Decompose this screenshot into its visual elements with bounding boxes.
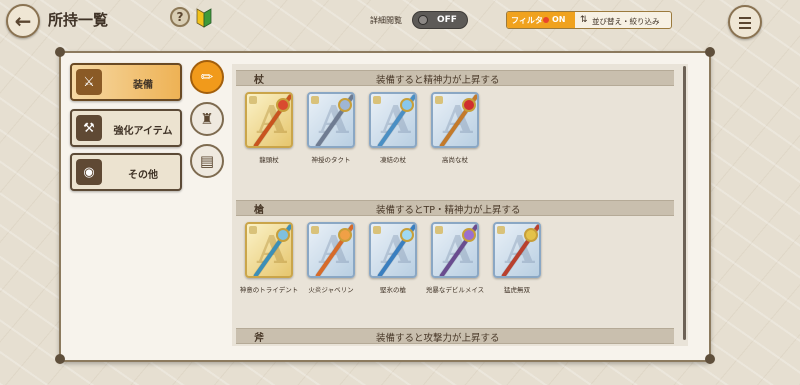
menu-button[interactable]: [728, 5, 762, 39]
panel-corner-ornament: [55, 354, 65, 364]
weapon-gem-icon: [524, 228, 538, 242]
menu-icon-line: [739, 22, 751, 24]
back-button[interactable]: ←: [6, 4, 40, 38]
rank-flag-icon: [373, 96, 381, 104]
sort-icon: ⇅: [580, 15, 588, 25]
rank-flag-icon: [311, 226, 319, 234]
tab-label: その他: [128, 170, 158, 181]
sword-emblem-icon: ⚔: [76, 69, 102, 95]
equipment-item[interactable]: A 火炎ジャベリン: [300, 222, 362, 295]
item-name: 兇暴なデビルメイス: [425, 286, 485, 294]
detail-view-toggle[interactable]: OFF: [412, 11, 468, 29]
item-name: 凍結の杖: [380, 156, 406, 164]
item-name: 堅氷の槍: [380, 286, 406, 294]
pouch-icon: ◉: [76, 159, 102, 185]
item-name: 神授のタクト: [311, 156, 351, 164]
toggle-knob: [418, 15, 428, 25]
book-filter-button[interactable]: ▤: [190, 144, 224, 178]
beginner-mark-icon[interactable]: [196, 6, 212, 28]
filter-button[interactable]: フィルタ ON: [507, 12, 575, 28]
filter-sort-bar: フィルタ ON ⇅ 並び替え・絞り込み: [506, 11, 672, 29]
item-name: 猛虎無双: [504, 286, 530, 294]
weapon-gem-icon: [400, 228, 414, 242]
section-description: 装備するとTP・精神力が上昇する: [376, 205, 521, 216]
panel-corner-ornament: [705, 47, 715, 57]
item-card[interactable]: A: [369, 92, 417, 148]
item-name: 神意のトライデント: [239, 286, 299, 294]
item-card[interactable]: A: [493, 222, 541, 278]
tab-label: 装備: [133, 80, 153, 91]
item-card[interactable]: A: [431, 222, 479, 278]
equipment-item[interactable]: A 堅氷の槍: [362, 222, 424, 295]
item-name: 龍頭杖: [259, 156, 279, 164]
equipment-item[interactable]: A 猛虎無双: [486, 222, 548, 295]
weapon-gem-icon: [276, 98, 290, 112]
section-header: 槍 装備するとTP・精神力が上昇する: [236, 200, 674, 216]
item-card[interactable]: A: [245, 92, 293, 148]
help-icon[interactable]: ?: [170, 7, 190, 27]
filter-on-indicator: [543, 17, 549, 23]
panel-corner-ornament: [705, 354, 715, 364]
item-card[interactable]: A: [431, 92, 479, 148]
detail-view-label: 詳細閲覧: [370, 16, 402, 25]
item-name: 高尚な杖: [442, 156, 468, 164]
item-card[interactable]: A: [369, 222, 417, 278]
tab-other[interactable]: ◉ その他: [70, 153, 182, 191]
rank-flag-icon: [249, 96, 257, 104]
rank-flag-icon: [435, 226, 443, 234]
equipment-item[interactable]: A 兇暴なデビルメイス: [424, 222, 486, 295]
rank-flag-icon: [497, 226, 505, 234]
section-type-label: 斧: [254, 333, 264, 344]
equipment-list[interactable]: 杖装備すると精神力が上昇するA龍頭杖A神授のタクトA凍結の杖A高尚な杖槍装備する…: [232, 64, 688, 346]
book-icon: ▤: [199, 152, 215, 170]
rank-flag-icon: [249, 226, 257, 234]
armor-filter-button[interactable]: ♜: [190, 102, 224, 136]
section-header: 杖 装備すると精神力が上昇する: [236, 70, 674, 86]
tab-equipment[interactable]: ⚔ 装備: [70, 63, 182, 101]
list-scrollbar[interactable]: [683, 66, 686, 340]
panel-corner-ornament: [55, 47, 65, 57]
sort-filter-button[interactable]: 並び替え・絞り込み: [592, 16, 660, 27]
sword-icon: ✏: [200, 68, 214, 86]
rank-flag-icon: [373, 226, 381, 234]
item-card[interactable]: A: [307, 222, 355, 278]
weapon-gem-icon: [462, 228, 476, 242]
equipment-item[interactable]: A 神意のトライデント: [238, 222, 300, 295]
section-description: 装備すると精神力が上昇する: [376, 75, 500, 86]
detail-toggle-state: OFF: [437, 15, 457, 25]
weapon-gem-icon: [400, 98, 414, 112]
item-card[interactable]: A: [245, 222, 293, 278]
weapon-filter-button[interactable]: ✏: [190, 60, 224, 94]
filter-label: フィルタ: [511, 16, 543, 25]
page-title: 所持一覧: [48, 11, 109, 29]
menu-icon: [739, 17, 751, 19]
section-description: 装備すると攻撃力が上昇する: [376, 333, 500, 344]
tab-label: 強化アイテム: [113, 126, 173, 137]
section-type-label: 槍: [254, 205, 264, 216]
hammer-icon: ⚒: [76, 115, 102, 141]
tab-enhance-items[interactable]: ⚒ 強化アイテム: [70, 109, 182, 147]
rank-flag-icon: [311, 96, 319, 104]
weapon-gem-icon: [338, 98, 352, 112]
rank-flag-icon: [435, 96, 443, 104]
equipment-item[interactable]: A 高尚な杖: [424, 92, 486, 165]
equipment-item[interactable]: A 凍結の杖: [362, 92, 424, 165]
item-name: 火炎ジャベリン: [308, 286, 354, 294]
armor-icon: ♜: [200, 110, 214, 128]
item-card[interactable]: A: [307, 92, 355, 148]
equipment-item[interactable]: A 神授のタクト: [300, 92, 362, 165]
section-header: 斧 装備すると攻撃力が上昇する: [236, 328, 674, 344]
equipment-item[interactable]: A 龍頭杖: [238, 92, 300, 165]
weapon-gem-icon: [338, 228, 352, 242]
section-type-label: 杖: [254, 75, 264, 86]
filter-state: ON: [552, 15, 566, 24]
menu-icon-line: [739, 27, 751, 29]
weapon-gem-icon: [462, 98, 476, 112]
weapon-gem-icon: [276, 228, 290, 242]
back-arrow-icon: ←: [14, 9, 32, 33]
